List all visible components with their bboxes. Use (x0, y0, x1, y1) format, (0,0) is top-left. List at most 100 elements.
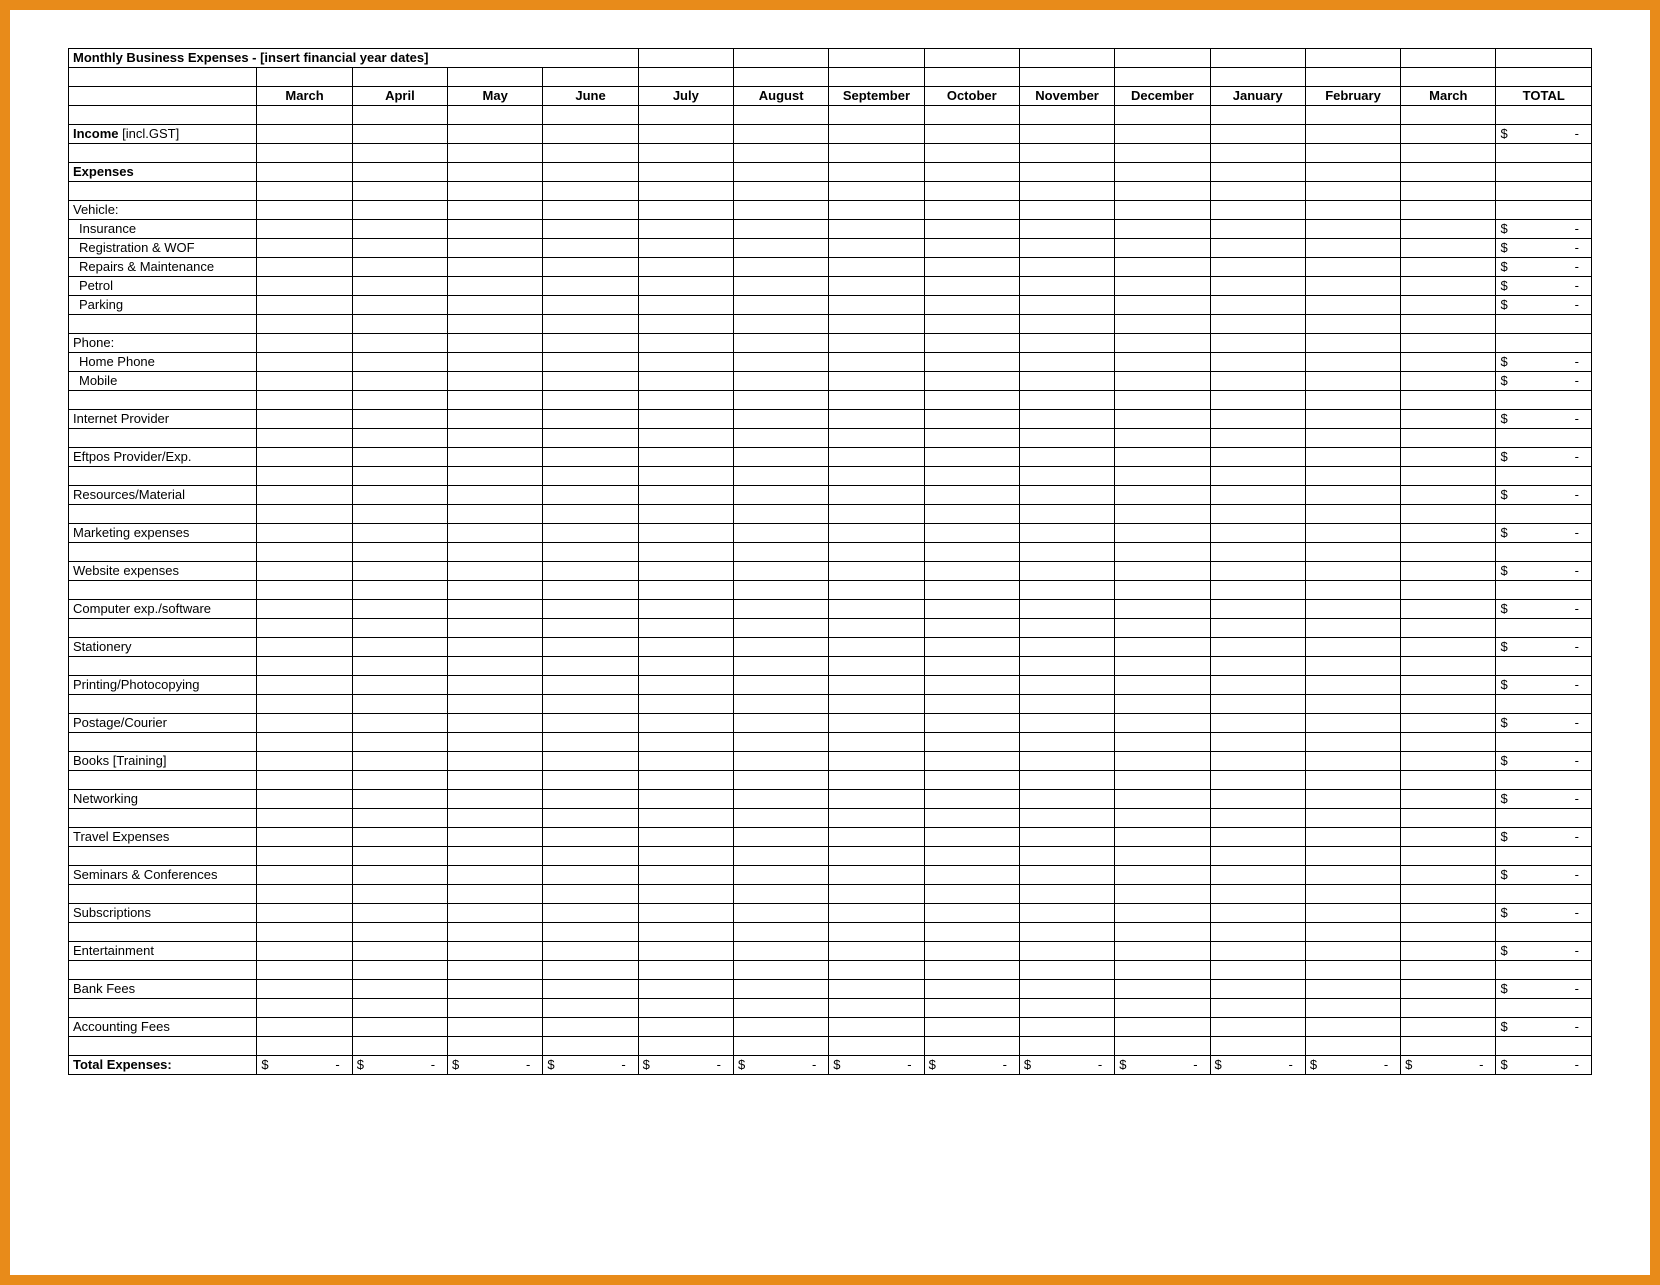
month-cell[interactable] (1305, 714, 1400, 733)
month-cell[interactable] (257, 239, 352, 258)
spacer-cell-10[interactable] (1115, 961, 1210, 980)
month-cell[interactable] (924, 828, 1019, 847)
spacer-cell-10[interactable] (1115, 809, 1210, 828)
spacer-cell-6[interactable] (733, 182, 828, 201)
spacer-cell-14[interactable] (1496, 961, 1592, 980)
spacer-cell-13[interactable] (1401, 809, 1496, 828)
spacer-cell-1[interactable] (257, 505, 352, 524)
month-cell[interactable] (352, 201, 447, 220)
month-cell[interactable] (829, 125, 924, 144)
month-cell[interactable] (829, 410, 924, 429)
month-cell[interactable] (352, 486, 447, 505)
spacer-cell-1[interactable] (257, 695, 352, 714)
month-cell[interactable] (1019, 524, 1114, 543)
month-cell[interactable] (257, 866, 352, 885)
blank-cell-10[interactable] (1115, 68, 1210, 87)
month-cell[interactable] (1401, 125, 1496, 144)
month-cell[interactable] (1019, 258, 1114, 277)
spacer-cell-3[interactable] (448, 809, 543, 828)
month-cell[interactable] (1305, 258, 1400, 277)
month-cell[interactable] (1210, 277, 1305, 296)
month-cell[interactable] (1210, 239, 1305, 258)
spacer-cell-13[interactable] (1401, 885, 1496, 904)
month-cell[interactable] (829, 486, 924, 505)
spacer-cell-11[interactable] (1210, 695, 1305, 714)
month-cell[interactable] (924, 334, 1019, 353)
month-cell[interactable] (1305, 562, 1400, 581)
spacer-cell-5[interactable] (638, 315, 733, 334)
month-cell[interactable] (638, 239, 733, 258)
spacer-cell-2[interactable] (352, 885, 447, 904)
spacer-cell-14[interactable] (1496, 144, 1592, 163)
spacer-cell-10[interactable] (1115, 467, 1210, 486)
spacer-cell-12[interactable] (1305, 847, 1400, 866)
month-cell[interactable] (448, 163, 543, 182)
month-cell[interactable] (924, 258, 1019, 277)
spacer-cell-0[interactable] (69, 505, 257, 524)
spacer-cell-12[interactable] (1305, 695, 1400, 714)
spacer-cell-10[interactable] (1115, 315, 1210, 334)
month-cell[interactable] (257, 201, 352, 220)
month-cell[interactable] (257, 752, 352, 771)
month-cell[interactable] (1305, 163, 1400, 182)
spacer-cell-0[interactable] (69, 581, 257, 600)
month-cell[interactable] (733, 676, 828, 695)
spacer-cell-14[interactable] (1496, 619, 1592, 638)
spacer-cell-0[interactable] (69, 847, 257, 866)
month-cell[interactable] (543, 125, 638, 144)
month-cell[interactable] (1115, 448, 1210, 467)
month-cell[interactable] (924, 220, 1019, 239)
spacer-cell-4[interactable] (543, 106, 638, 125)
spacer-cell-2[interactable] (352, 182, 447, 201)
spacer-cell-7[interactable] (829, 315, 924, 334)
month-cell[interactable] (1019, 562, 1114, 581)
month-cell[interactable] (448, 258, 543, 277)
title-empty-7[interactable] (1305, 49, 1400, 68)
month-cell[interactable] (448, 942, 543, 961)
month-cell[interactable] (1115, 638, 1210, 657)
month-cell[interactable] (1019, 334, 1114, 353)
spacer-cell-1[interactable] (257, 619, 352, 638)
spacer-cell-9[interactable] (1019, 847, 1114, 866)
spacer-cell-0[interactable] (69, 144, 257, 163)
month-cell[interactable] (448, 562, 543, 581)
month-cell[interactable] (1401, 334, 1496, 353)
month-cell[interactable] (1210, 524, 1305, 543)
month-cell[interactable] (448, 866, 543, 885)
month-cell[interactable] (257, 448, 352, 467)
spacer-cell-5[interactable] (638, 144, 733, 163)
spacer-cell-11[interactable] (1210, 315, 1305, 334)
spacer-cell-11[interactable] (1210, 733, 1305, 752)
spacer-cell-5[interactable] (638, 505, 733, 524)
month-cell[interactable] (448, 676, 543, 695)
spacer-cell-13[interactable] (1401, 847, 1496, 866)
month-cell[interactable] (543, 258, 638, 277)
row-total-cell[interactable]: $- (1496, 410, 1592, 429)
month-cell[interactable] (924, 600, 1019, 619)
row-total-cell[interactable]: $- (1496, 296, 1592, 315)
month-cell[interactable] (543, 562, 638, 581)
spacer-cell-0[interactable] (69, 182, 257, 201)
spacer-cell-7[interactable] (829, 505, 924, 524)
total-month-cell[interactable]: $- (1305, 1056, 1400, 1075)
row-total-cell[interactable]: $- (1496, 1018, 1592, 1037)
row-total-cell[interactable]: $- (1496, 866, 1592, 885)
row-total-cell[interactable]: $- (1496, 942, 1592, 961)
month-cell[interactable] (1401, 486, 1496, 505)
spacer-cell-2[interactable] (352, 106, 447, 125)
spacer-cell-0[interactable] (69, 695, 257, 714)
spacer-cell-3[interactable] (448, 581, 543, 600)
month-cell[interactable] (638, 790, 733, 809)
spacer-cell-8[interactable] (924, 1037, 1019, 1056)
spacer-cell-9[interactable] (1019, 182, 1114, 201)
month-cell[interactable] (829, 258, 924, 277)
spacer-cell-0[interactable] (69, 809, 257, 828)
spacer-cell-3[interactable] (448, 999, 543, 1018)
month-cell[interactable] (352, 1018, 447, 1037)
spacer-cell-10[interactable] (1115, 1037, 1210, 1056)
spacer-cell-7[interactable] (829, 106, 924, 125)
total-month-cell[interactable]: $- (448, 1056, 543, 1075)
spacer-cell-14[interactable] (1496, 543, 1592, 562)
spacer-cell-11[interactable] (1210, 505, 1305, 524)
month-cell[interactable] (1210, 125, 1305, 144)
